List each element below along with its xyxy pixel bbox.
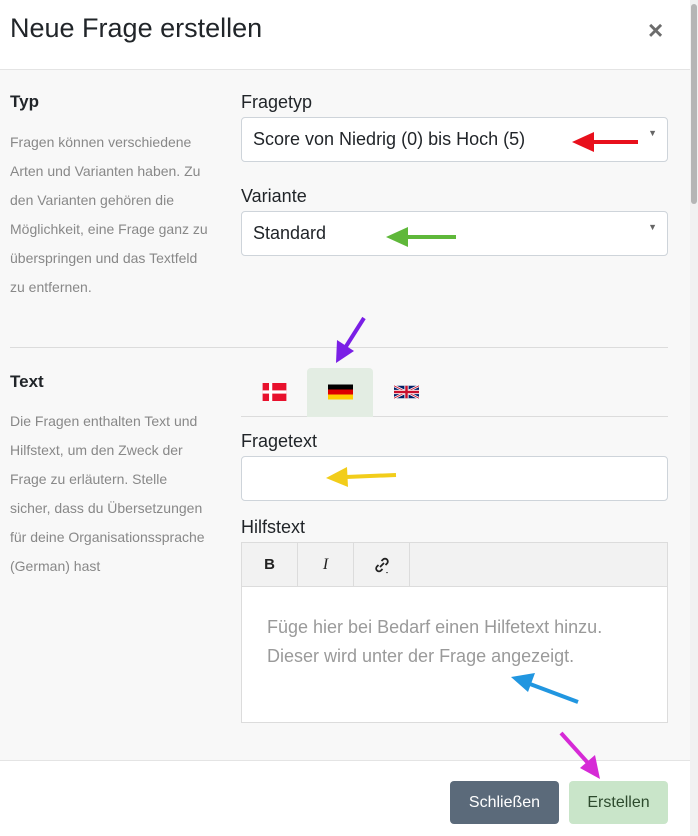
dialog-footer: Schließen Erstellen — [0, 760, 690, 836]
bold-button[interactable]: B — [242, 543, 298, 586]
create-button[interactable]: Erstellen — [569, 781, 668, 824]
language-tabs — [241, 368, 668, 417]
tab-english[interactable] — [373, 368, 439, 417]
text-section-title: Text — [10, 372, 44, 391]
variant-value: Standard — [253, 223, 327, 243]
section-divider — [10, 347, 668, 348]
flag-de-icon — [328, 384, 353, 400]
help-text-placeholder[interactable]: Füge hier bei Bedarf einen Hilfetext hin… — [267, 613, 627, 671]
editor-toolbar: B I — [242, 543, 667, 587]
link-icon — [374, 557, 389, 574]
variant-label: Variante — [241, 186, 307, 206]
chevron-down-icon: ▼ — [648, 222, 657, 232]
question-type-select[interactable]: Score von Niedrig (0) bis Hoch (5) ▼ — [241, 117, 668, 162]
help-text-label: Hilfstext — [241, 517, 306, 537]
scrollbar[interactable] — [690, 0, 698, 836]
type-section-description: Fragen können verschiedene Arten und Var… — [10, 134, 208, 295]
italic-button[interactable]: I — [298, 543, 354, 586]
close-button[interactable]: Schließen — [450, 781, 559, 824]
variant-select[interactable]: Standard ▼ — [241, 211, 668, 256]
question-type-value: Score von Niedrig (0) bis Hoch (5) — [253, 129, 526, 149]
link-button[interactable] — [354, 543, 410, 586]
tab-danish[interactable] — [241, 368, 307, 417]
new-question-dialog: Neue Frage erstellen × Typ Fragen können… — [0, 0, 690, 836]
dialog-title: Neue Frage erstellen — [10, 13, 263, 43]
chevron-down-icon: ▼ — [648, 128, 657, 138]
tab-german[interactable] — [307, 368, 373, 417]
type-section-title: Typ — [10, 92, 39, 111]
help-text-editor: B I Füge hier bei Bedarf einen Hilfetext… — [241, 542, 668, 723]
dialog-header: Neue Frage erstellen × — [0, 0, 690, 70]
flag-gb-icon — [394, 384, 419, 400]
flag-dk-icon — [262, 383, 287, 401]
close-icon[interactable]: × — [648, 16, 663, 44]
question-text-input[interactable] — [241, 456, 668, 501]
text-section-description: Die Fragen enthalten Text und Hilfstext,… — [10, 413, 205, 574]
question-text-label: Fragetext — [241, 431, 318, 451]
scrollbar-thumb[interactable] — [691, 4, 697, 204]
question-type-label: Fragetyp — [241, 92, 313, 112]
